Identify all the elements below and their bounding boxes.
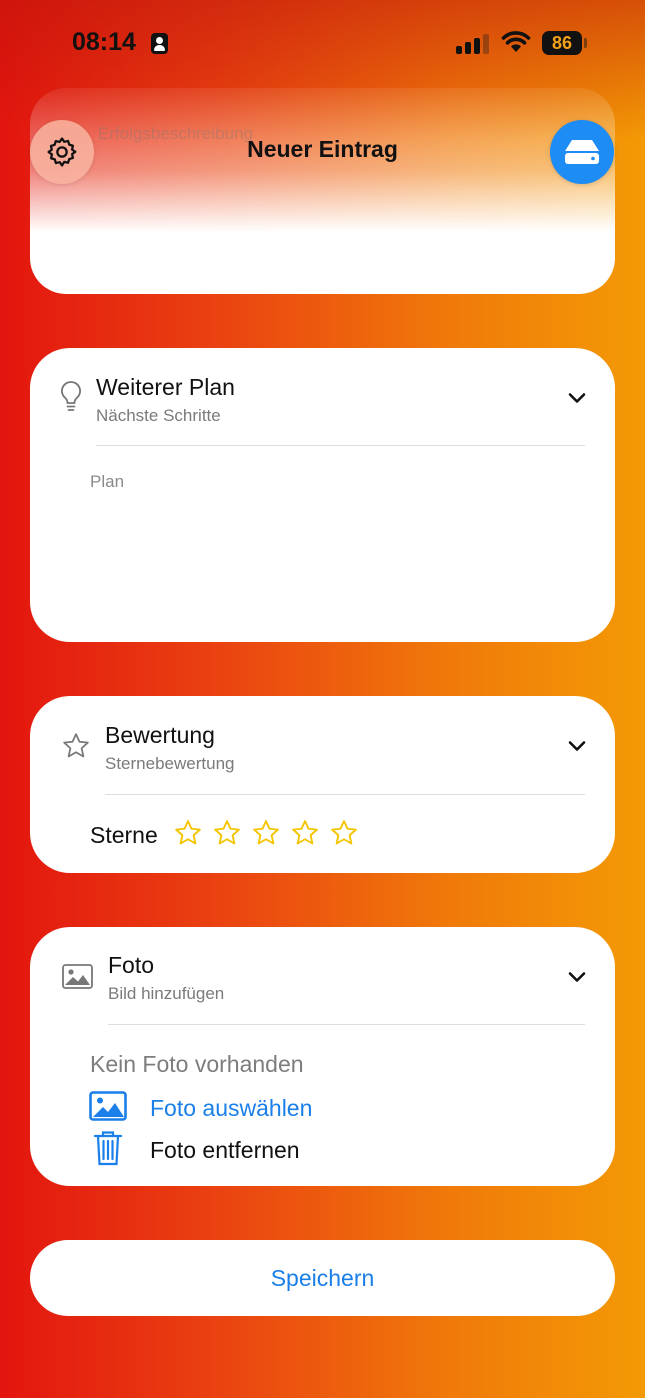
rating-section-card: Bewertung Sternebewertung Sterne: [30, 696, 615, 873]
battery-tip: [584, 38, 587, 48]
gear-icon: [47, 137, 77, 167]
chevron-down-icon[interactable]: [565, 965, 589, 989]
remove-photo-button[interactable]: Foto entfernen: [150, 1137, 300, 1164]
rating-star-4[interactable]: [290, 818, 320, 848]
clock: 08:14: [72, 28, 136, 56]
status-bar: 08:14 86: [0, 0, 645, 90]
star-rating[interactable]: [173, 818, 359, 848]
star-icon: [63, 733, 89, 758]
storage-button[interactable]: [550, 120, 614, 184]
section-divider: [105, 794, 585, 795]
lightbulb-icon: [61, 381, 81, 411]
rating-section-subtitle: Sternebewertung: [105, 754, 235, 773]
no-photo-text: Kein Foto vorhanden: [90, 1051, 304, 1077]
photo-icon: [62, 964, 93, 989]
trash-icon[interactable]: [93, 1129, 123, 1167]
photo-section-card: Foto Bild hinzufügen Kein Foto vorhanden…: [30, 927, 615, 1186]
wifi-icon: [501, 31, 531, 52]
entry-header-card: [30, 88, 615, 294]
cellular-signal-icon: [456, 32, 490, 54]
page-title: Neuer Eintrag: [247, 136, 398, 162]
chevron-down-icon[interactable]: [565, 734, 589, 758]
select-photo-button[interactable]: Foto auswählen: [150, 1095, 312, 1122]
drive-icon: [565, 140, 599, 164]
section-divider: [96, 445, 585, 446]
focus-person-icon: [151, 33, 168, 54]
plan-section-card: Weiterer Plan Nächste Schritte Plan: [30, 348, 615, 642]
image-picker-icon[interactable]: [89, 1091, 127, 1121]
plan-section-title: Weiterer Plan: [96, 374, 235, 400]
rating-star-1[interactable]: [173, 818, 203, 848]
rating-star-3[interactable]: [251, 818, 281, 848]
plan-input[interactable]: Plan: [90, 472, 124, 492]
battery-indicator: 86: [542, 31, 582, 55]
save-button[interactable]: Speichern: [30, 1240, 615, 1316]
rating-section-title: Bewertung: [105, 722, 215, 748]
photo-section-title: Foto: [108, 952, 155, 978]
rating-star-5[interactable]: [329, 818, 359, 848]
stars-label: Sterne: [90, 822, 158, 848]
chevron-down-icon[interactable]: [565, 386, 589, 410]
rating-star-2[interactable]: [212, 818, 242, 848]
plan-section-subtitle: Nächste Schritte: [96, 406, 221, 425]
section-divider: [108, 1024, 585, 1025]
photo-section-subtitle: Bild hinzufügen: [108, 984, 225, 1003]
settings-button[interactable]: [30, 120, 94, 184]
